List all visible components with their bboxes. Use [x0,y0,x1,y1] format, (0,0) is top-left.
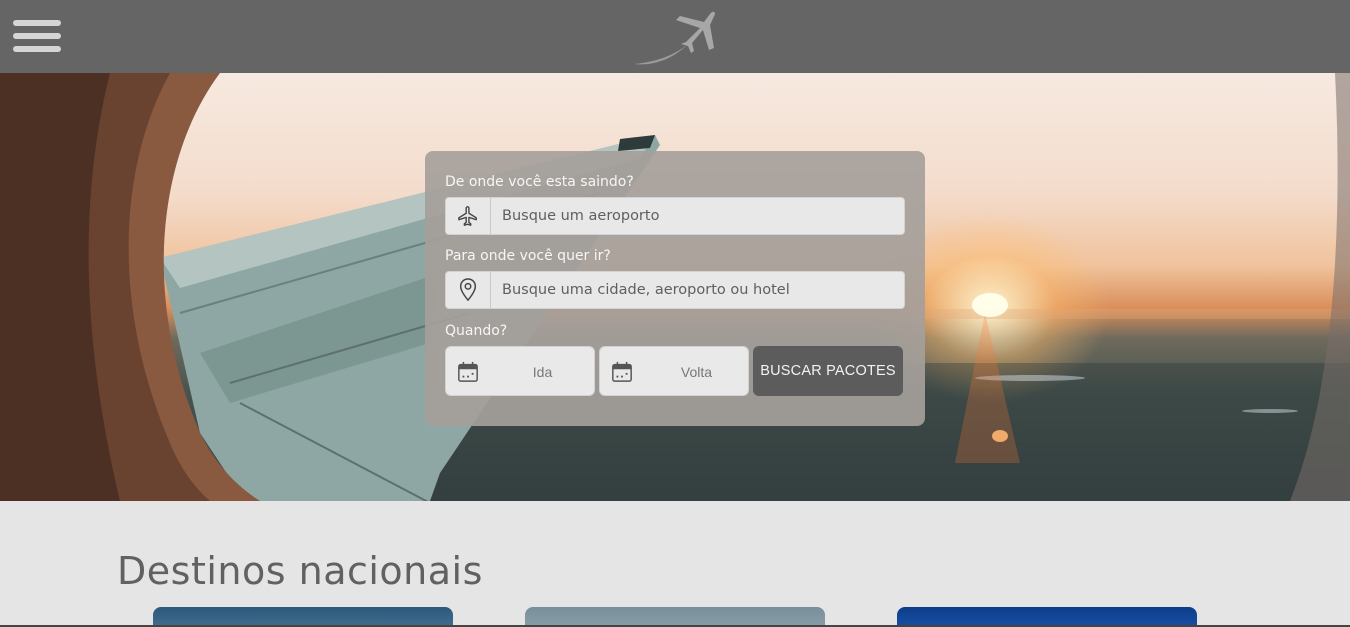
destination-card[interactable] [525,607,825,627]
destination-label: Para onde você quer ir? [445,248,611,264]
departure-date-label: Ida [532,364,553,380]
top-header [0,0,1350,73]
calendar-icon [612,361,632,382]
map-pin-icon [446,272,491,308]
destination-input[interactable] [502,272,897,308]
destination-field[interactable] [445,271,905,309]
return-date-label: Volta [680,364,713,380]
search-card: De onde você esta saindo? Para onde você… [425,151,925,426]
origin-input[interactable] [502,198,897,234]
search-packages-button[interactable]: BUSCAR PACOTES [753,346,903,396]
hamburger-menu-icon[interactable] [13,20,61,54]
airplane-logo-icon[interactable] [632,8,718,68]
departure-date-picker[interactable]: Ida [445,346,595,396]
airplane-icon [446,198,491,234]
when-label: Quando? [445,323,508,339]
origin-label: De onde você esta saindo? [445,174,634,190]
return-date-picker[interactable]: Volta [599,346,749,396]
destination-card[interactable] [153,607,453,627]
destination-card[interactable] [897,607,1197,627]
calendar-icon [458,361,478,382]
section-title: Destinos nacionais [117,549,483,593]
origin-field[interactable] [445,197,905,235]
